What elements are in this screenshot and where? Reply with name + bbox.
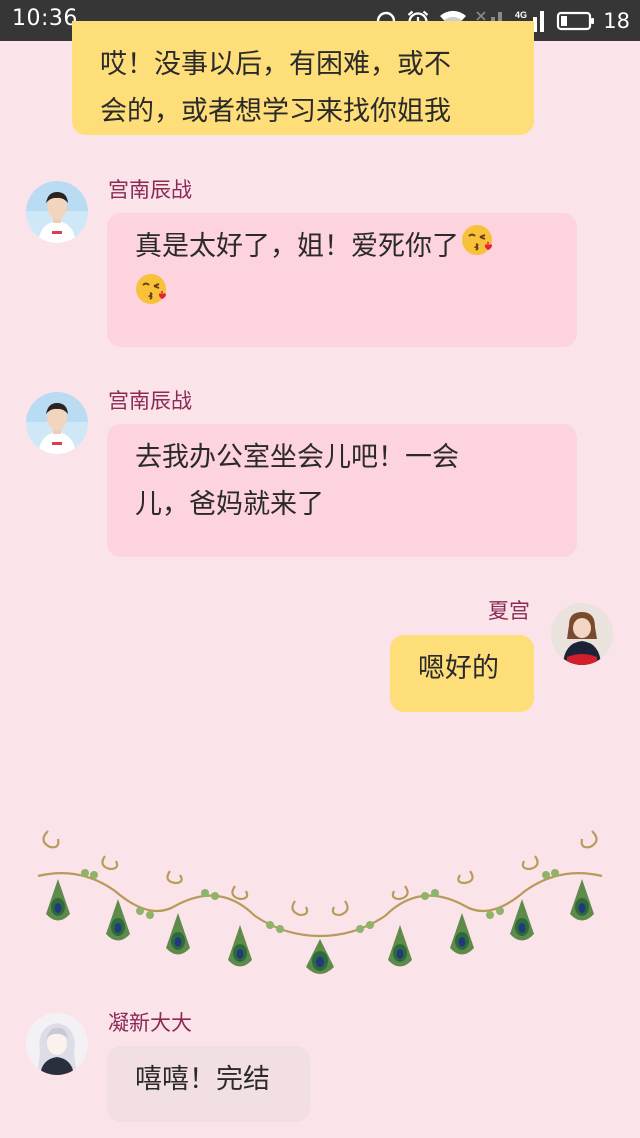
message-text: 嘻嘻！完结	[135, 1064, 270, 1095]
avatar[interactable]	[26, 392, 88, 454]
avatar[interactable]	[551, 603, 613, 665]
message-bubble[interactable]: 嘻嘻！完结	[107, 1046, 310, 1122]
kiss-emoji-icon	[461, 223, 495, 272]
sender-name: 宫南辰战	[108, 178, 192, 202]
sender-name: 凝新大大	[108, 1011, 192, 1035]
battery-level: 18	[603, 8, 630, 33]
peacock-garland-decoration	[37, 830, 603, 974]
message-line: 真是太好了，姐！爱死你了	[135, 223, 551, 272]
message-line: 会的，或者想学习来找你姐我	[100, 96, 451, 127]
message-bubble[interactable]: 嗯好的	[390, 635, 534, 712]
message-bubble[interactable]: 去我办公室坐会儿吧！一会 儿，爸妈就来了	[107, 424, 577, 557]
sender-name: 夏宫	[488, 599, 530, 623]
message-line: 儿，爸妈就来了	[135, 489, 324, 520]
avatar[interactable]	[26, 181, 88, 243]
chat-area[interactable]: 哎！没事以后，有困难，或不 会的，或者想学习来找你姐我 宫南辰战 真是太好了，姐…	[0, 21, 640, 1138]
message-text: 真是太好了，姐！爱死你了	[135, 231, 459, 262]
message-text: 嗯好的	[418, 653, 499, 684]
avatar[interactable]	[26, 1013, 88, 1075]
svg-text:4G: 4G	[515, 10, 527, 20]
battery-icon	[556, 10, 596, 32]
message-line: 哎！没事以后，有困难，或不	[100, 49, 451, 80]
message-line: 去我办公室坐会儿吧！一会	[135, 442, 459, 473]
message-bubble[interactable]: 哎！没事以后，有困难，或不 会的，或者想学习来找你姐我	[72, 21, 534, 135]
sender-name: 宫南辰战	[108, 389, 192, 413]
kiss-emoji-icon	[135, 272, 169, 321]
status-time: 10:36	[12, 6, 78, 31]
message-line	[135, 272, 551, 321]
message-bubble[interactable]: 真是太好了，姐！爱死你了	[107, 213, 577, 347]
